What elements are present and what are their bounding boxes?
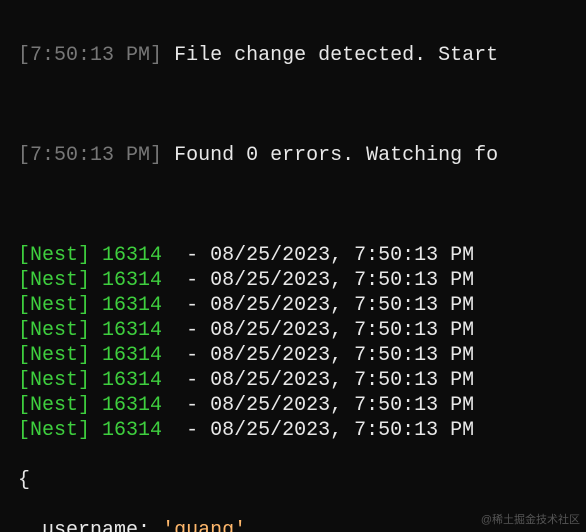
nest-pid: 16314 <box>102 369 162 392</box>
nest-pid: 16314 <box>102 394 162 417</box>
nest-log-line: [Nest] 16314 - 08/25/2023, 7:50:13 PM <box>18 318 586 343</box>
nest-log-line: [Nest] 16314 - 08/25/2023, 7:50:13 PM <box>18 268 586 293</box>
tsc-line-1: [7:50:13 PM] File change detected. Start <box>18 43 586 68</box>
separator: - <box>186 294 198 317</box>
separator: - <box>186 394 198 417</box>
separator: - <box>186 269 198 292</box>
nest-pid: 16314 <box>102 419 162 442</box>
nest-pid: 16314 <box>102 269 162 292</box>
comma: , <box>246 519 258 532</box>
nest-pid: 16314 <box>102 294 162 317</box>
nest-log-line: [Nest] 16314 - 08/25/2023, 7:50:13 PM <box>18 368 586 393</box>
bracket-open: [ <box>18 44 30 67</box>
bracket-open: [ <box>18 144 30 167</box>
tsc-msg: File change detected. Start <box>174 44 498 67</box>
nest-timestamp: 08/25/2023, 7:50:13 PM <box>210 269 474 292</box>
nest-tag: [Nest] <box>18 244 90 267</box>
value: 'guang' <box>162 519 246 532</box>
nest-timestamp: 08/25/2023, 7:50:13 PM <box>210 394 474 417</box>
nest-log-line: [Nest] 16314 - 08/25/2023, 7:50:13 PM <box>18 293 586 318</box>
json-open: { <box>18 468 586 493</box>
nest-tag: [Nest] <box>18 419 90 442</box>
separator: - <box>186 419 198 442</box>
nest-timestamp: 08/25/2023, 7:50:13 PM <box>210 294 474 317</box>
bracket-close: ] <box>150 44 174 67</box>
nest-tag: [Nest] <box>18 319 90 342</box>
bracket-close: ] <box>150 144 174 167</box>
separator: - <box>186 319 198 342</box>
timestamp: 7:50:13 PM <box>30 44 150 67</box>
separator: - <box>186 244 198 267</box>
nest-timestamp: 08/25/2023, 7:50:13 PM <box>210 369 474 392</box>
blank-line <box>18 193 586 218</box>
nest-tag: [Nest] <box>18 269 90 292</box>
nest-log-line: [Nest] 16314 - 08/25/2023, 7:50:13 PM <box>18 418 586 443</box>
blank-line <box>18 93 586 118</box>
nest-tag: [Nest] <box>18 294 90 317</box>
nest-timestamp: 08/25/2023, 7:50:13 PM <box>210 419 474 442</box>
nest-log-line: [Nest] 16314 - 08/25/2023, 7:50:13 PM <box>18 243 586 268</box>
nest-tag: [Nest] <box>18 369 90 392</box>
nest-timestamp: 08/25/2023, 7:50:13 PM <box>210 319 474 342</box>
nest-log-line: [Nest] 16314 - 08/25/2023, 7:50:13 PM <box>18 393 586 418</box>
watermark: @稀土掘金技术社区 <box>481 514 580 528</box>
nest-pid: 16314 <box>102 319 162 342</box>
nest-pid: 16314 <box>102 244 162 267</box>
nest-timestamp: 08/25/2023, 7:50:13 PM <box>210 344 474 367</box>
tsc-msg: Found 0 errors. Watching fo <box>174 144 498 167</box>
nest-log-line: [Nest] 16314 - 08/25/2023, 7:50:13 PM <box>18 343 586 368</box>
nest-tag: [Nest] <box>18 344 90 367</box>
nest-log-block: [Nest] 16314 - 08/25/2023, 7:50:13 PM[Ne… <box>18 243 586 443</box>
separator: - <box>186 344 198 367</box>
terminal-output: [7:50:13 PM] File change detected. Start… <box>0 0 586 532</box>
nest-timestamp: 08/25/2023, 7:50:13 PM <box>210 244 474 267</box>
tsc-line-2: [7:50:13 PM] Found 0 errors. Watching fo <box>18 143 586 168</box>
timestamp: 7:50:13 PM <box>30 144 150 167</box>
separator: - <box>186 369 198 392</box>
nest-tag: [Nest] <box>18 394 90 417</box>
nest-pid: 16314 <box>102 344 162 367</box>
key: username: <box>42 519 150 532</box>
